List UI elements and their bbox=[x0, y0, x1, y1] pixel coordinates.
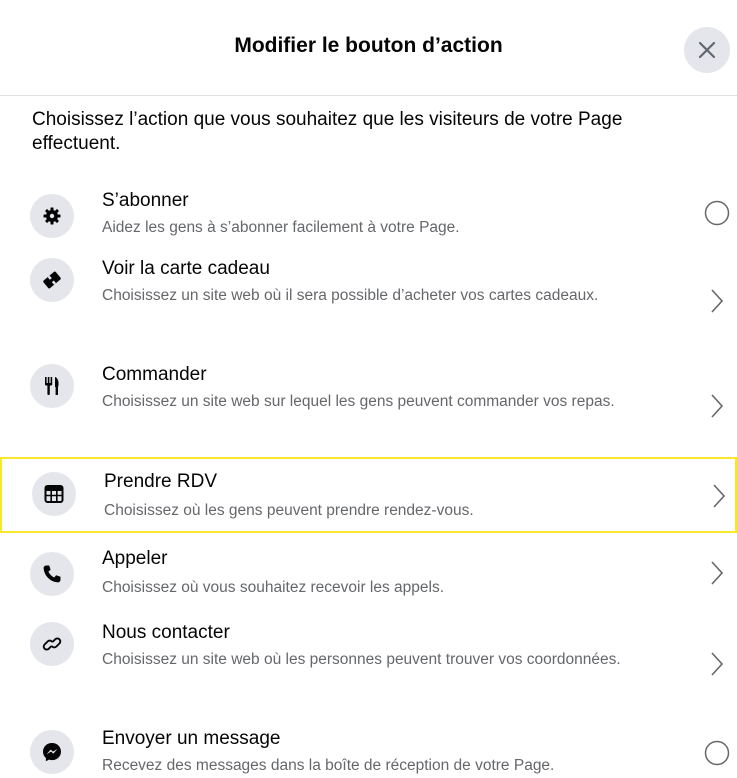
item-title: S’abonner bbox=[102, 190, 189, 211]
item-description: Choisissez où vous souhaitez recevoir le… bbox=[102, 579, 445, 596]
utensils-icon bbox=[30, 364, 74, 408]
calendar-icon bbox=[32, 472, 76, 516]
chevron-right-icon[interactable] bbox=[702, 558, 732, 588]
item-description: Choisissez un site web où les personnes … bbox=[102, 651, 621, 668]
close-icon bbox=[698, 41, 716, 59]
link-icon bbox=[30, 622, 74, 666]
radio-button[interactable] bbox=[702, 738, 732, 768]
item-title: Prendre RDV bbox=[104, 471, 217, 492]
action-item-book-appointment[interactable]: Prendre RDV Choisissez où les gens peuve… bbox=[0, 457, 737, 533]
item-title: Envoyer un message bbox=[102, 728, 281, 749]
messenger-icon bbox=[30, 730, 74, 774]
item-title: Commander bbox=[102, 364, 207, 385]
action-item-gift-card[interactable]: Voir la carte cadeau Choisissez un site … bbox=[0, 258, 737, 350]
item-description: Choisissez où les gens peuvent prendre r… bbox=[104, 502, 474, 519]
radio-button[interactable] bbox=[702, 198, 732, 228]
gear-icon bbox=[30, 194, 74, 238]
item-description: Aidez les gens à s’abonner facilement à … bbox=[102, 219, 460, 236]
chevron-right-icon[interactable] bbox=[702, 649, 732, 679]
action-item-call[interactable]: Appeler Choisissez où vous souhaitez rec… bbox=[0, 548, 737, 608]
item-title: Appeler bbox=[102, 548, 168, 569]
dialog-header: Modifier le bouton d’action bbox=[0, 0, 737, 96]
close-button[interactable] bbox=[684, 27, 730, 73]
action-item-order[interactable]: Commander Choisissez un site web sur leq… bbox=[0, 364, 737, 454]
chevron-right-icon[interactable] bbox=[702, 286, 732, 316]
gift-card-icon bbox=[30, 258, 74, 302]
dialog-title: Modifier le bouton d’action bbox=[234, 34, 503, 57]
item-description: Recevez des messages dans la boîte de ré… bbox=[102, 757, 555, 774]
action-item-contact[interactable]: Nous contacter Choisissez un site web où… bbox=[0, 622, 737, 712]
phone-icon bbox=[30, 552, 74, 596]
dialog-intro: Choisissez l’action que vous souhaitez q… bbox=[32, 109, 623, 154]
action-item-send-message[interactable]: Envoyer un message Recevez des messages … bbox=[0, 724, 737, 778]
chevron-right-icon[interactable] bbox=[702, 391, 732, 421]
item-title: Voir la carte cadeau bbox=[102, 258, 270, 279]
item-description: Choisissez un site web où il sera possib… bbox=[102, 287, 599, 304]
action-item-subscribe[interactable]: S’abonner Aidez les gens à s’abonner fac… bbox=[0, 186, 737, 252]
chevron-right-icon[interactable] bbox=[704, 481, 734, 511]
item-description: Choisissez un site web sur lequel les ge… bbox=[102, 393, 615, 410]
item-title: Nous contacter bbox=[102, 622, 230, 643]
